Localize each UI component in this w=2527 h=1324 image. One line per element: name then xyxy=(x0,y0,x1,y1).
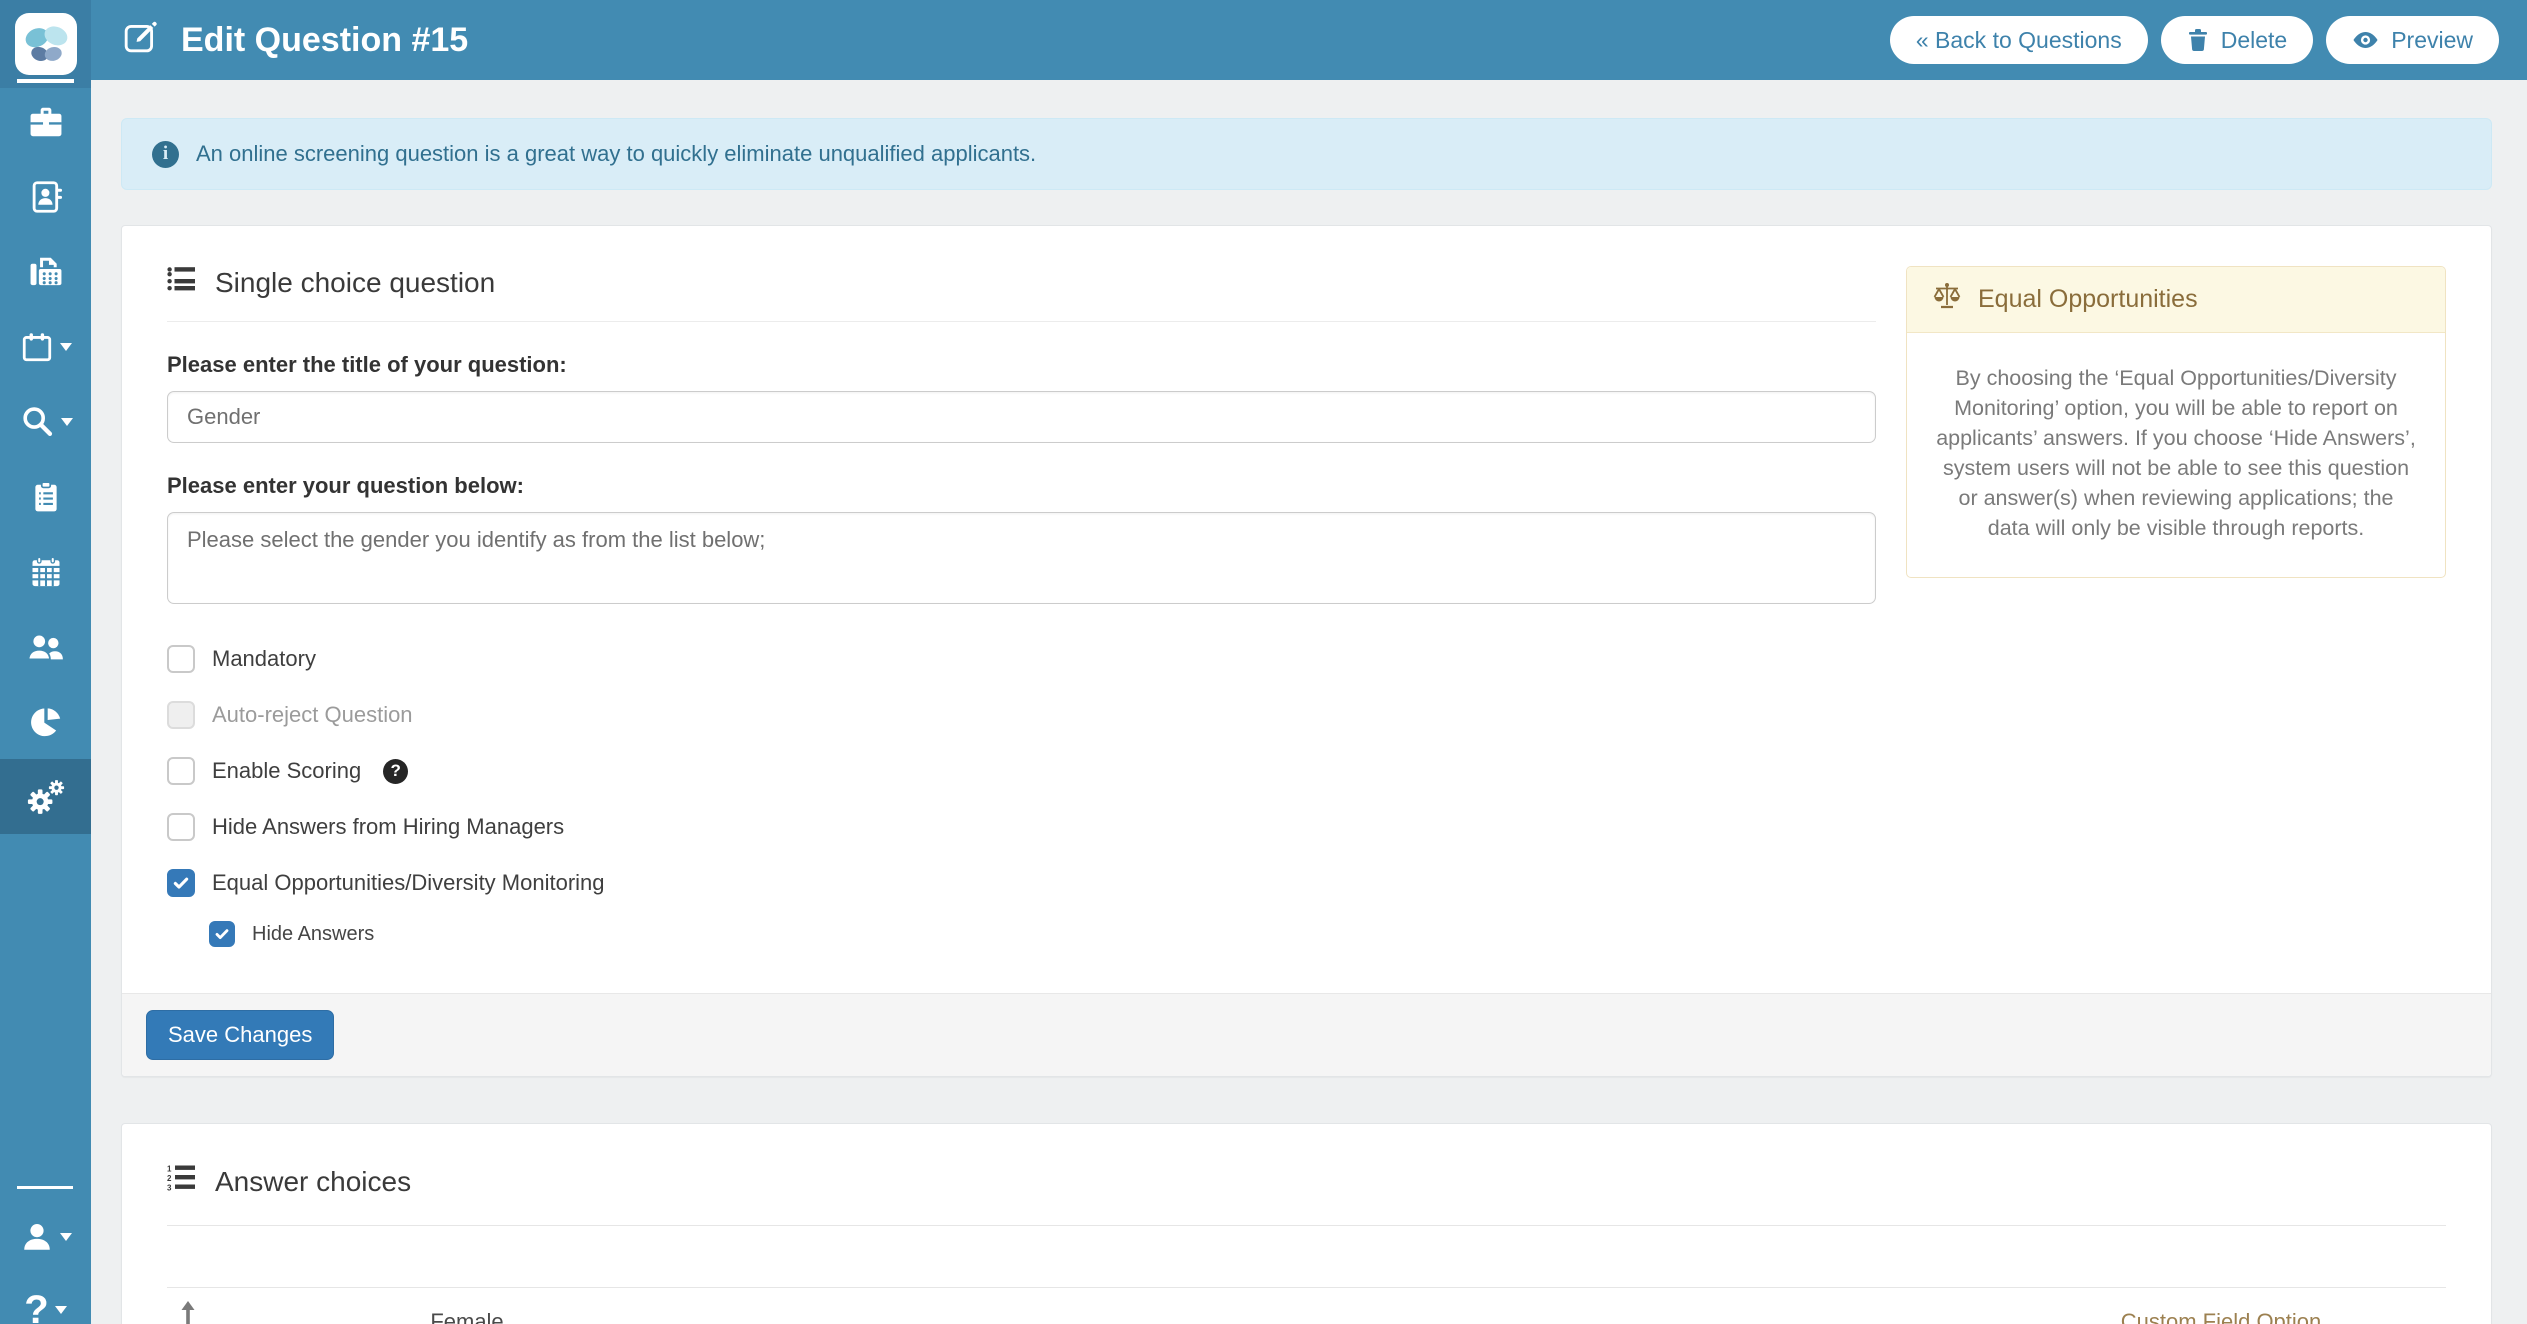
hide-answers-hm-checkbox-row[interactable]: Hide Answers from Hiring Managers xyxy=(167,813,1876,841)
brand-underline xyxy=(17,79,74,83)
hide-answers-sub-checkbox-row[interactable]: Hide Answers xyxy=(209,921,1876,947)
sidebar-item-fax[interactable] xyxy=(0,234,91,309)
fax-icon xyxy=(27,253,65,291)
question-panel-title: Single choice question xyxy=(215,267,495,299)
sidebar-item-calendar[interactable] xyxy=(0,534,91,609)
sidebar-item-settings[interactable] xyxy=(0,759,91,834)
app-logo[interactable] xyxy=(0,0,91,88)
contact-book-icon xyxy=(27,178,65,216)
hide-answers-sub-checkbox[interactable] xyxy=(209,921,235,947)
question-options: Mandatory Auto-reject Question Enable Sc… xyxy=(167,645,1876,947)
question-panel-footer: Save Changes xyxy=(122,993,2491,1076)
custom-field-option-link[interactable]: Custom Field Option xyxy=(2121,1309,2322,1324)
info-alert: i An online screening question is a grea… xyxy=(121,118,2492,190)
enable-scoring-checkbox[interactable] xyxy=(167,757,195,785)
question-circle-icon[interactable]: ? xyxy=(383,759,408,784)
preview-button[interactable]: Preview xyxy=(2326,16,2499,64)
search-icon xyxy=(19,404,55,440)
question-body-textarea[interactable]: Please select the gender you identify as… xyxy=(167,512,1876,604)
equal-opportunities-panel: Equal Opportunities By choosing the ‘Equ… xyxy=(1906,266,2446,578)
sidebar-item-help[interactable]: ? xyxy=(0,1272,91,1324)
sidebar-item-candidates[interactable] xyxy=(0,159,91,234)
list-ol-icon: 123 xyxy=(167,1164,195,1199)
equal-opportunities-checkbox-row[interactable]: Equal Opportunities/Diversity Monitoring xyxy=(167,869,1876,897)
hide-answers-hm-checkbox[interactable] xyxy=(167,813,195,841)
sidebar-item-search[interactable] xyxy=(0,384,91,459)
question-title-input[interactable] xyxy=(167,391,1876,443)
title-field-label: Please enter the title of your question: xyxy=(167,352,1876,378)
question-mark-icon: ? xyxy=(24,1290,48,1324)
back-to-questions-button[interactable]: « Back to Questions xyxy=(1890,16,2148,64)
answer-choices-heading: 123 Answer choices xyxy=(167,1164,2446,1199)
page-content: i An online screening question is a grea… xyxy=(91,80,2527,1324)
butterfly-logo-icon xyxy=(15,13,77,75)
delete-button[interactable]: Delete xyxy=(2161,16,2313,64)
sidebar-item-jobs[interactable] xyxy=(0,84,91,159)
question-form: Single choice question Please enter the … xyxy=(167,266,1876,947)
answer-choices-panel: 123 Answer choices xyxy=(121,1123,2492,1324)
chevron-down-icon xyxy=(61,418,73,426)
balance-scales-icon xyxy=(1931,282,1963,317)
header-actions: « Back to Questions Delete Preview xyxy=(1890,16,2499,64)
auto-reject-checkbox xyxy=(167,701,195,729)
answer-table: Female Custom Field Option xyxy=(167,1225,2446,1324)
edit-icon xyxy=(123,18,159,63)
cogs-icon xyxy=(25,777,67,817)
pie-chart-icon xyxy=(28,704,64,740)
question-panel: Single choice question Please enter the … xyxy=(121,225,2492,1077)
users-icon xyxy=(25,629,67,665)
equal-opportunities-checkbox[interactable] xyxy=(167,869,195,897)
sidebar: ? xyxy=(0,0,91,1324)
sidebar-item-tasks[interactable] xyxy=(0,459,91,534)
drag-handle[interactable] xyxy=(167,1301,257,1324)
page-title-text: Edit Question #15 xyxy=(181,21,468,60)
eye-icon xyxy=(2352,30,2379,50)
question-field-label: Please enter your question below: xyxy=(167,473,1876,499)
save-changes-button[interactable]: Save Changes xyxy=(146,1010,334,1060)
answer-label: Female xyxy=(257,1309,677,1324)
auto-reject-checkbox-row: Auto-reject Question xyxy=(167,701,1876,729)
sidebar-item-account[interactable] xyxy=(0,1199,91,1274)
mandatory-checkbox[interactable] xyxy=(167,645,195,673)
answer-row: Female Custom Field Option xyxy=(167,1288,2446,1324)
chevron-down-icon xyxy=(60,343,72,351)
page-header: Edit Question #15 « Back to Questions De… xyxy=(91,0,2527,80)
svg-text:2: 2 xyxy=(167,1174,172,1183)
info-alert-text: An online screening question is a great … xyxy=(196,141,1036,167)
mandatory-checkbox-row[interactable]: Mandatory xyxy=(167,645,1876,673)
svg-text:1: 1 xyxy=(167,1165,172,1174)
sidebar-item-interviews[interactable] xyxy=(0,309,91,384)
equal-opportunities-body: By choosing the ‘Equal Opportunities/Div… xyxy=(1907,333,2445,577)
sidebar-divider xyxy=(17,1186,73,1189)
sidebar-item-reports[interactable] xyxy=(0,684,91,759)
trash-icon xyxy=(2187,28,2209,52)
user-icon xyxy=(20,1219,54,1255)
calendar-icon xyxy=(20,329,54,365)
clipboard-list-icon xyxy=(29,478,63,516)
answer-table-header xyxy=(167,1226,2446,1288)
equal-opportunities-header: Equal Opportunities xyxy=(1907,267,2445,333)
enable-scoring-checkbox-row[interactable]: Enable Scoring ? xyxy=(167,757,1876,785)
calendar-grid-icon xyxy=(28,554,64,590)
chevron-down-icon xyxy=(55,1306,67,1314)
equal-opportunities-title: Equal Opportunities xyxy=(1978,285,2198,314)
sidebar-nav xyxy=(0,84,91,834)
vertical-arrows-icon xyxy=(180,1301,196,1324)
chevron-down-icon xyxy=(60,1233,72,1241)
page-title: Edit Question #15 xyxy=(123,18,468,63)
list-icon xyxy=(167,266,195,299)
sidebar-item-users[interactable] xyxy=(0,609,91,684)
answer-choices-title: Answer choices xyxy=(215,1166,411,1198)
svg-text:3: 3 xyxy=(167,1184,172,1193)
briefcase-icon xyxy=(26,103,66,141)
question-panel-heading: Single choice question xyxy=(167,266,1876,299)
info-icon: i xyxy=(152,141,179,168)
